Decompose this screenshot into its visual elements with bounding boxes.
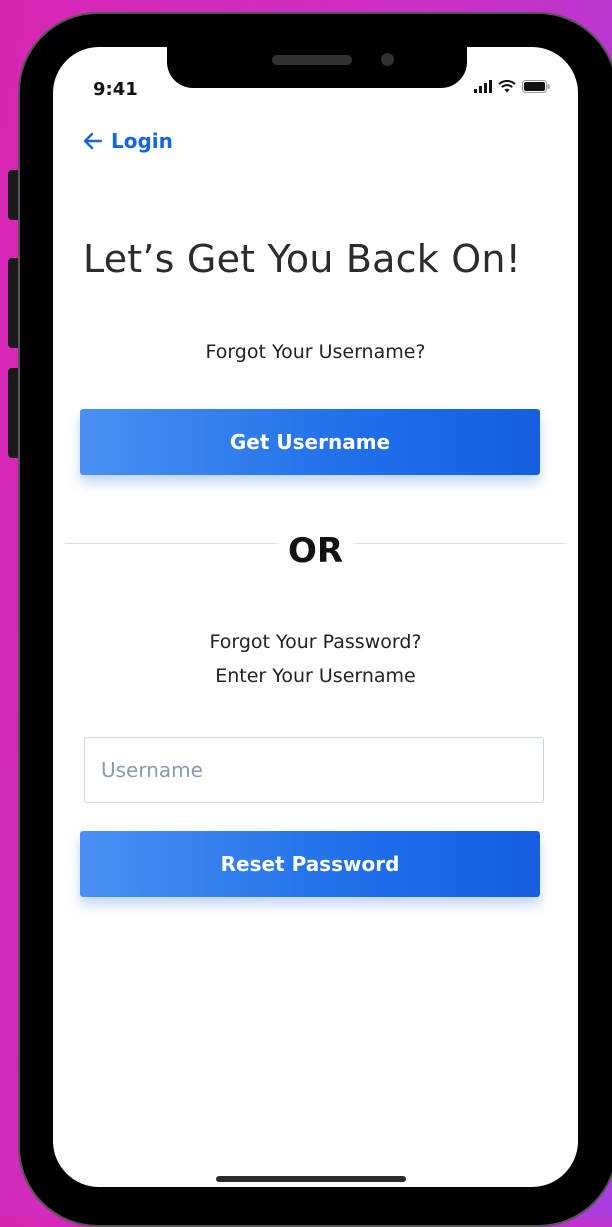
camera [381, 53, 394, 66]
reset-password-button[interactable]: Reset Password [80, 831, 540, 897]
battery-icon [522, 80, 550, 93]
speaker [272, 55, 352, 65]
home-indicator [216, 1176, 406, 1182]
password-instruction: Enter Your Username [215, 665, 416, 687]
get-username-button[interactable]: Get Username [80, 409, 540, 475]
back-link-label: Login [111, 129, 173, 153]
wifi-icon [498, 80, 516, 93]
divider-right [355, 543, 565, 544]
back-arrow-icon [83, 132, 103, 150]
signal-icon [474, 80, 492, 93]
phone-screen: 9:41 Login Let’s Get You Back On! Forgot… [53, 47, 578, 1187]
username-prompt: Forgot Your Username? [205, 341, 426, 363]
or-separator: OR [287, 531, 344, 571]
page-title: Let’s Get You Back On! [83, 237, 522, 281]
username-input[interactable] [84, 737, 544, 803]
status-icons [474, 80, 550, 93]
status-time: 9:41 [93, 79, 138, 100]
password-prompt: Forgot Your Password? [209, 631, 422, 653]
back-to-login-link[interactable]: Login [83, 129, 173, 153]
notch [167, 47, 467, 88]
